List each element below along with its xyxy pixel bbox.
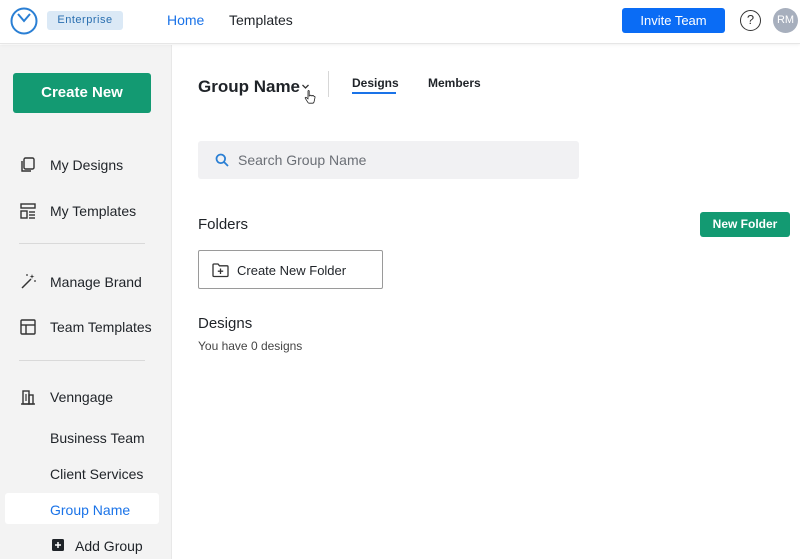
building-icon <box>21 390 35 405</box>
sidebar-item-my-designs[interactable]: My Designs <box>0 149 172 179</box>
search-icon <box>215 153 229 167</box>
plan-badge: Enterprise <box>47 11 123 30</box>
nav-templates-link[interactable]: Templates <box>229 12 293 28</box>
sidebar-group-business-team[interactable]: Business Team <box>50 430 145 446</box>
tab-members[interactable]: Members <box>428 76 481 90</box>
create-new-folder-label: Create New Folder <box>237 263 347 278</box>
title-separator <box>328 71 329 97</box>
sidebar-item-label: My Templates <box>50 203 137 219</box>
sidebar-group-group-name[interactable]: Group Name <box>50 502 130 518</box>
new-folder-button[interactable]: New Folder <box>700 212 790 237</box>
group-title[interactable]: Group Name <box>198 77 300 97</box>
folders-heading: Folders <box>198 216 249 233</box>
create-new-button[interactable]: Create New <box>13 73 151 113</box>
top-bar: Enterprise Home Templates Invite Team ? … <box>0 0 800 44</box>
designs-count-text: You have 0 designs <box>198 339 303 353</box>
sidebar-item-manage-brand[interactable]: Manage Brand <box>0 266 172 296</box>
sidebar-item-label: Manage Brand <box>50 274 142 290</box>
create-new-folder-button[interactable]: Create New Folder <box>198 250 383 289</box>
sidebar-item-team-templates[interactable]: Team Templates <box>0 311 172 341</box>
folder-plus-icon <box>212 263 229 278</box>
sidebar-divider <box>19 360 145 361</box>
sidebar-divider <box>19 243 145 244</box>
sidebar-group-client-services[interactable]: Client Services <box>50 466 143 482</box>
active-tab-indicator <box>352 92 396 94</box>
hand-cursor-icon <box>304 90 316 104</box>
designs-icon <box>21 157 35 172</box>
nav-home-link[interactable]: Home <box>167 12 204 28</box>
help-icon[interactable]: ? <box>740 10 761 31</box>
magic-wand-icon <box>21 274 36 289</box>
sidebar: Create New My Designs My Templates Manag… <box>0 45 172 559</box>
designs-heading: Designs <box>198 315 253 332</box>
invite-team-button[interactable]: Invite Team <box>622 8 725 33</box>
sidebar-item-label: Venngage <box>50 389 114 405</box>
team-templates-icon <box>20 319 36 335</box>
sidebar-item-my-templates[interactable]: My Templates <box>0 195 172 225</box>
add-group-icon <box>52 539 64 551</box>
search-input[interactable] <box>238 141 568 179</box>
add-group-link[interactable]: Add Group <box>75 538 143 554</box>
sidebar-item-venngage[interactable]: Venngage <box>0 381 172 411</box>
sidebar-item-label: Team Templates <box>50 319 152 335</box>
templates-icon <box>20 203 36 219</box>
search-bar[interactable] <box>198 141 579 179</box>
tab-designs[interactable]: Designs <box>352 76 399 90</box>
avatar[interactable]: RM <box>773 8 798 33</box>
sidebar-item-label: My Designs <box>50 157 124 173</box>
venngage-logo-icon[interactable] <box>10 7 38 35</box>
